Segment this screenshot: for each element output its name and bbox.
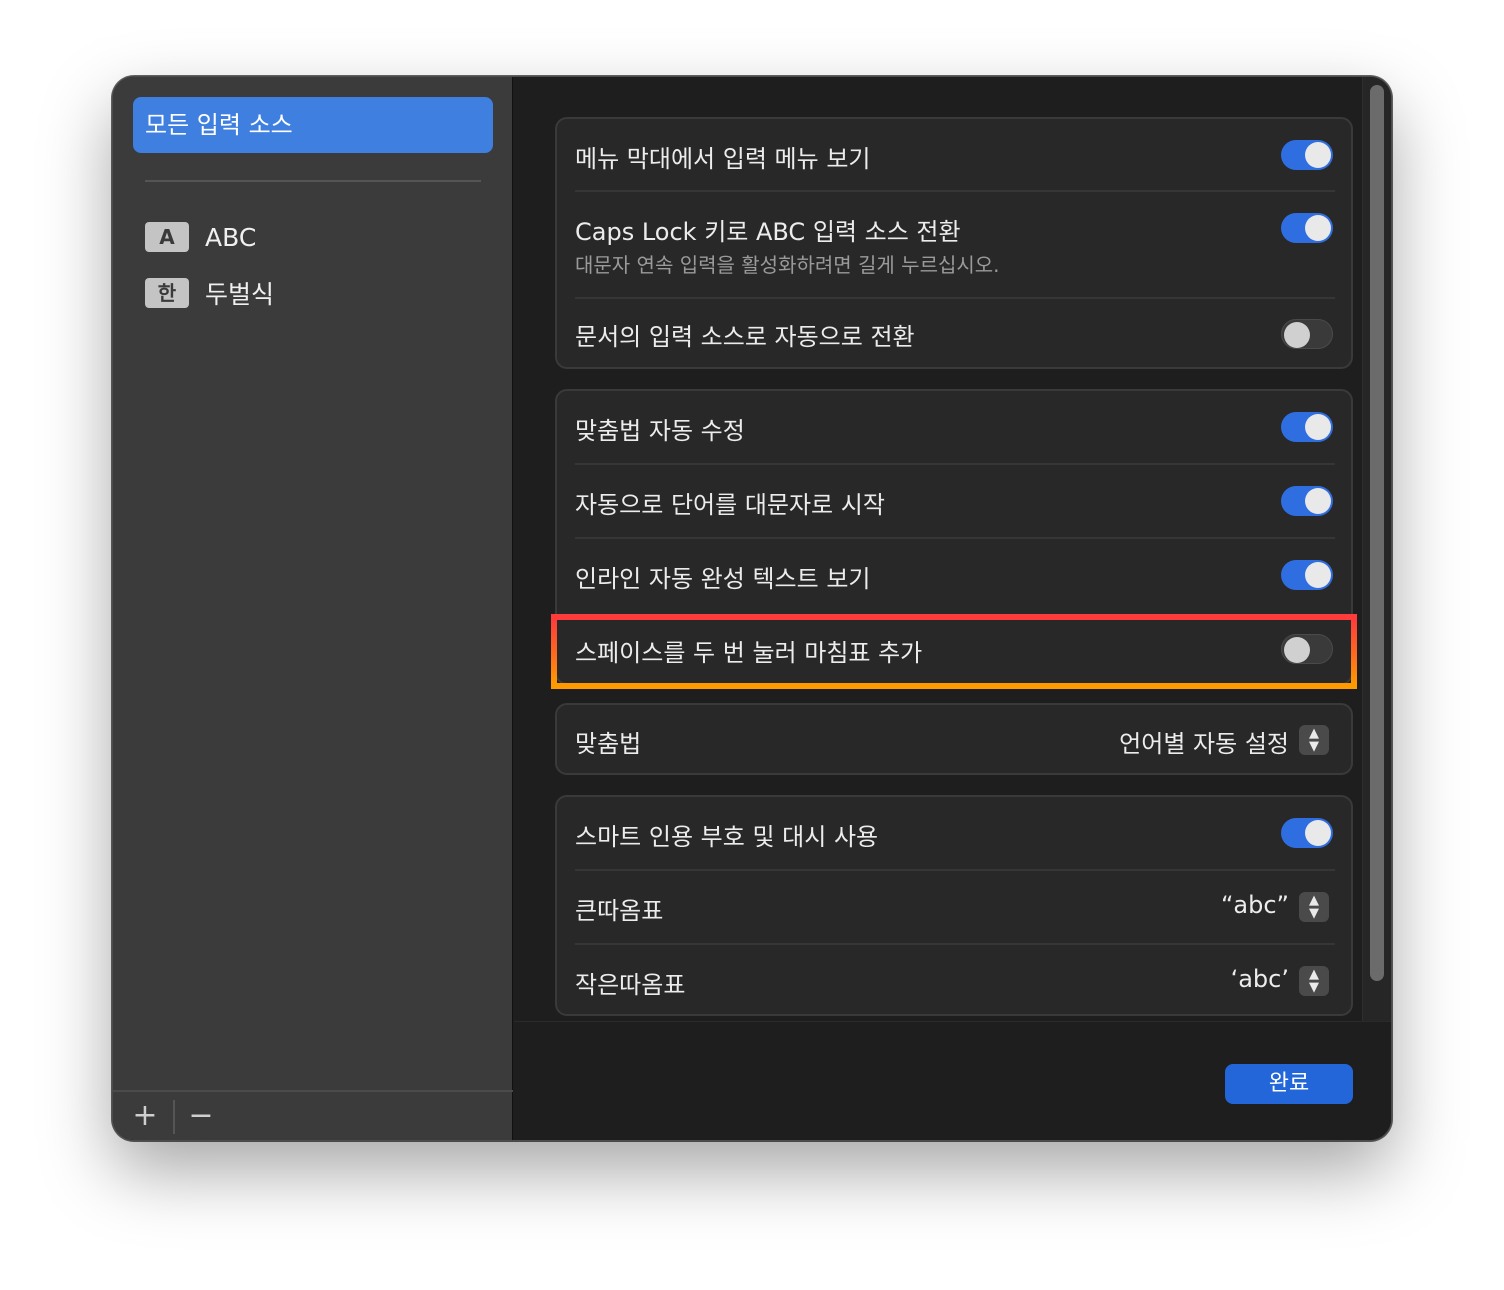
sidebar-divider xyxy=(145,180,481,182)
single-quotes-popup-value[interactable]: ‘abc’ xyxy=(1231,965,1289,993)
quotes-group: 스마트 인용 부호 및 대시 사용 큰따옴표 “abc” ▲ ▼ 작은따옴표 ‘a… xyxy=(555,795,1353,1016)
add-source-button[interactable]: + xyxy=(127,1098,163,1136)
spelling-group: 맞춤법 언어별 자동 설정 ▲ ▼ xyxy=(555,703,1353,775)
remove-source-button[interactable]: − xyxy=(183,1098,219,1136)
show-input-menu-toggle[interactable] xyxy=(1281,140,1333,170)
done-button[interactable]: 완료 xyxy=(1225,1064,1353,1104)
inline-predict-toggle[interactable] xyxy=(1281,560,1333,590)
menu-settings-group: 메뉴 막대에서 입력 메뉴 보기 Caps Lock 키로 ABC 입력 소스 … xyxy=(555,117,1353,369)
row-label: 맞춤법 자동 수정 xyxy=(575,417,745,445)
row-label: 큰따옴표 xyxy=(575,897,664,925)
source-label: ABC xyxy=(205,222,257,252)
chevron-up-down-icon[interactable]: ▲ ▼ xyxy=(1299,892,1329,922)
autocorrect-toggle[interactable] xyxy=(1281,412,1333,442)
chevron-up-down-icon[interactable]: ▲ ▼ xyxy=(1299,725,1329,755)
single-quotes-row: 작은따옴표 ‘abc’ ▲ ▼ xyxy=(575,945,1335,1017)
settings-pane: 메뉴 막대에서 입력 메뉴 보기 Caps Lock 키로 ABC 입력 소스 … xyxy=(514,77,1391,1140)
auto-switch-toggle[interactable] xyxy=(1281,319,1333,349)
row-sublabel: 대문자 연속 입력을 활성화하려면 길게 누르십시오. xyxy=(575,253,1000,277)
sidebar-toolbar: + − xyxy=(113,1090,513,1140)
row-label: 맞춤법 xyxy=(575,730,642,758)
hangul-input-icon: 한 xyxy=(145,278,189,308)
spelling-row: 맞춤법 언어별 자동 설정 ▲ ▼ xyxy=(575,705,1335,775)
row-label: 스마트 인용 부호 및 대시 사용 xyxy=(575,823,879,851)
auto-switch-row: 문서의 입력 소스로 자동으로 전환 xyxy=(575,299,1335,369)
inline-predict-row: 인라인 자동 완성 텍스트 보기 xyxy=(575,539,1335,611)
capitalize-toggle[interactable] xyxy=(1281,486,1333,516)
row-label: 작은따옴표 xyxy=(575,971,686,999)
row-label: Caps Lock 키로 ABC 입력 소스 전환 xyxy=(575,218,961,246)
capitalize-row: 자동으로 단어를 대문자로 시작 xyxy=(575,465,1335,537)
toolbar-separator xyxy=(173,1100,175,1134)
sidebar-item-abc[interactable]: A ABC xyxy=(145,219,256,255)
double-quotes-popup-value[interactable]: “abc” xyxy=(1221,891,1289,919)
show-input-menu-row: 메뉴 막대에서 입력 메뉴 보기 xyxy=(575,119,1335,191)
smart-quotes-toggle[interactable] xyxy=(1281,818,1333,848)
double-quotes-row: 큰따옴표 “abc” ▲ ▼ xyxy=(575,871,1335,943)
row-label: 문서의 입력 소스로 자동으로 전환 xyxy=(575,323,915,351)
row-label: 메뉴 막대에서 입력 메뉴 보기 xyxy=(575,145,871,173)
sidebar-item-all-input-sources[interactable]: 모든 입력 소스 xyxy=(133,97,493,153)
footer: 완료 xyxy=(514,1021,1391,1140)
chevron-up-down-icon[interactable]: ▲ ▼ xyxy=(1299,966,1329,996)
smart-quotes-row: 스마트 인용 부호 및 대시 사용 xyxy=(575,797,1335,869)
highlight-annotation xyxy=(551,614,1357,689)
row-label: 인라인 자동 완성 텍스트 보기 xyxy=(575,565,871,593)
row-label: 자동으로 단어를 대문자로 시작 xyxy=(575,491,885,519)
sidebar-item-dubeolsik[interactable]: 한 두벌식 xyxy=(145,275,274,311)
sidebar: 모든 입력 소스 A ABC 한 두벌식 + − xyxy=(113,77,513,1140)
caps-lock-row: Caps Lock 키로 ABC 입력 소스 전환 대문자 연속 입력을 활성화… xyxy=(575,192,1335,298)
autocorrect-row: 맞춤법 자동 수정 xyxy=(575,391,1335,463)
source-label: 두벌식 xyxy=(205,280,275,309)
spelling-popup-value[interactable]: 언어별 자동 설정 xyxy=(1119,724,1289,759)
caps-lock-toggle[interactable] xyxy=(1281,213,1333,243)
input-sources-window: 모든 입력 소스 A ABC 한 두벌식 + − 메뉴 막대에서 입력 메뉴 보… xyxy=(112,76,1392,1141)
abc-input-icon: A xyxy=(145,222,189,252)
scrollbar-thumb[interactable] xyxy=(1370,85,1384,981)
